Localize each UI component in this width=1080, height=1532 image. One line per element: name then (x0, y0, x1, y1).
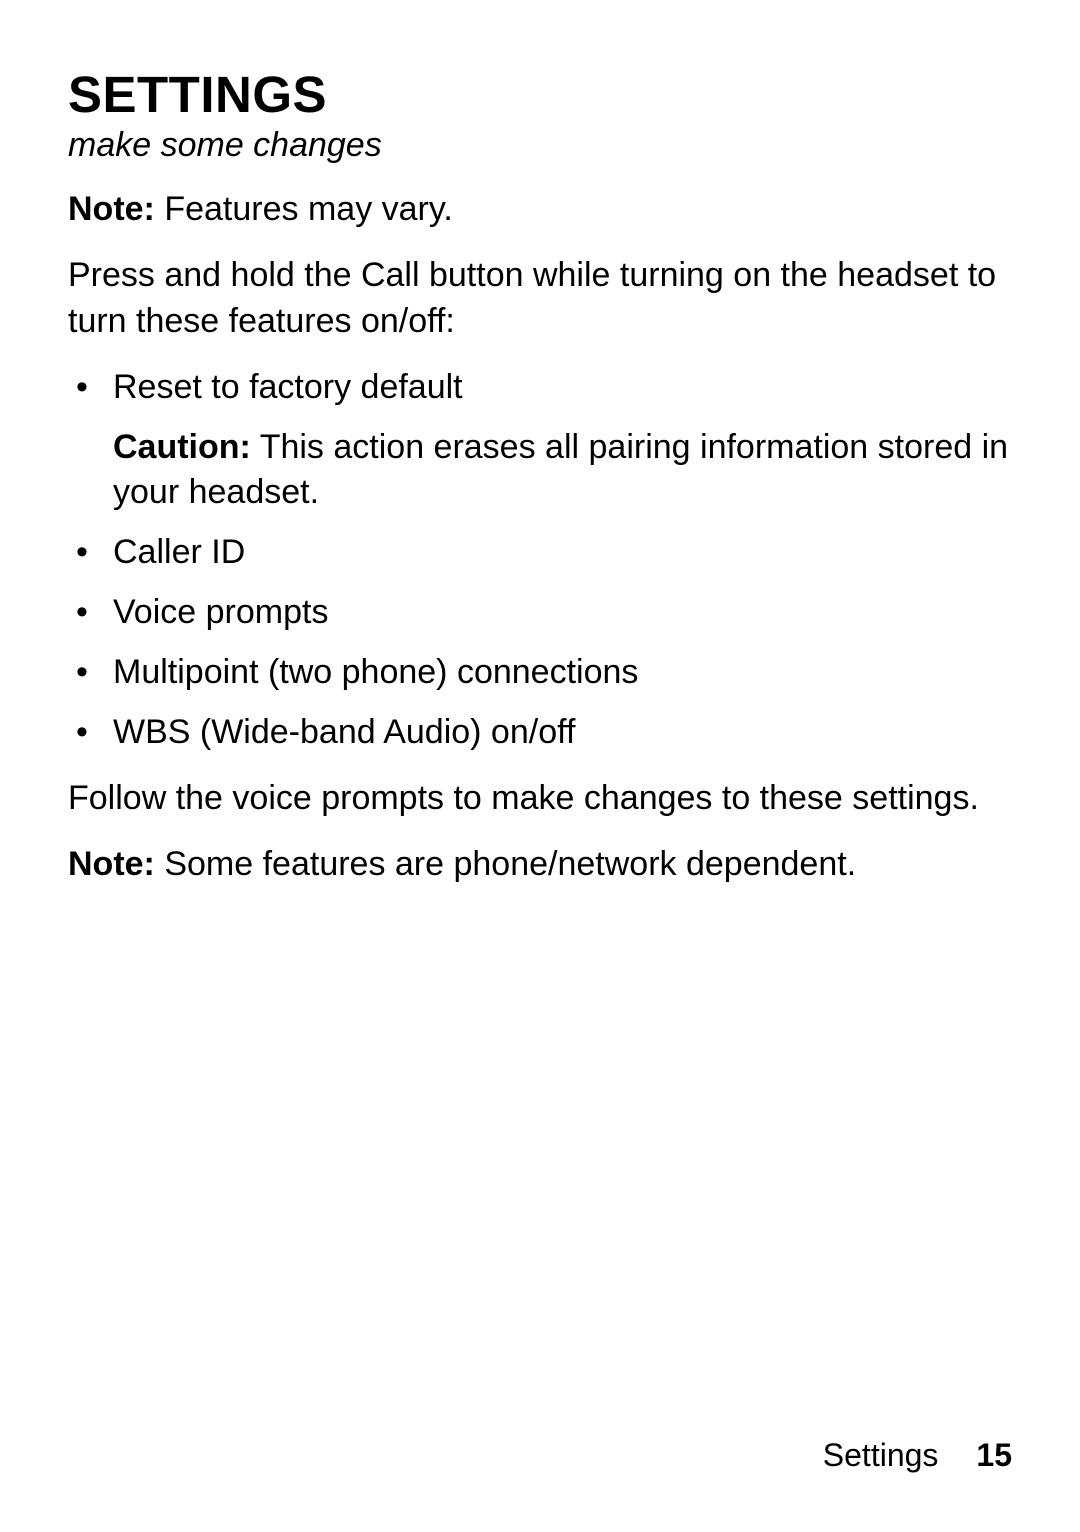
page-heading: SETTINGS (68, 65, 1012, 124)
intro-paragraph: Press and hold the Call button while tur… (68, 253, 1012, 345)
caution-block: Caution: This action erases all pairing … (113, 425, 1012, 517)
list-item-text: Reset to factory default (113, 368, 463, 406)
note-text-1: Features may vary. (155, 190, 453, 228)
note-text-2: Some features are phone/network dependen… (155, 845, 856, 883)
note-label-1: Note: (68, 190, 155, 228)
list-item: WBS (Wide-band Audio) on/off (68, 710, 1012, 756)
footer-section-label: Settings (823, 1437, 939, 1473)
list-item: Multipoint (two phone) connections (68, 650, 1012, 696)
note-paragraph-2: Note: Some features are phone/network de… (68, 842, 1012, 888)
page-footer: Settings 15 (823, 1437, 1012, 1474)
feature-list: Reset to factory default Caution: This a… (68, 365, 1012, 756)
page-subtitle: make some changes (68, 126, 1012, 165)
follow-paragraph: Follow the voice prompts to make changes… (68, 776, 1012, 822)
note-label-2: Note: (68, 845, 155, 883)
list-item: Caller ID (68, 530, 1012, 576)
list-item: Voice prompts (68, 590, 1012, 636)
list-item: Reset to factory default Caution: This a… (68, 365, 1012, 517)
footer-page-number: 15 (976, 1437, 1012, 1473)
note-paragraph-1: Note: Features may vary. (68, 187, 1012, 233)
caution-label: Caution: (113, 428, 251, 466)
